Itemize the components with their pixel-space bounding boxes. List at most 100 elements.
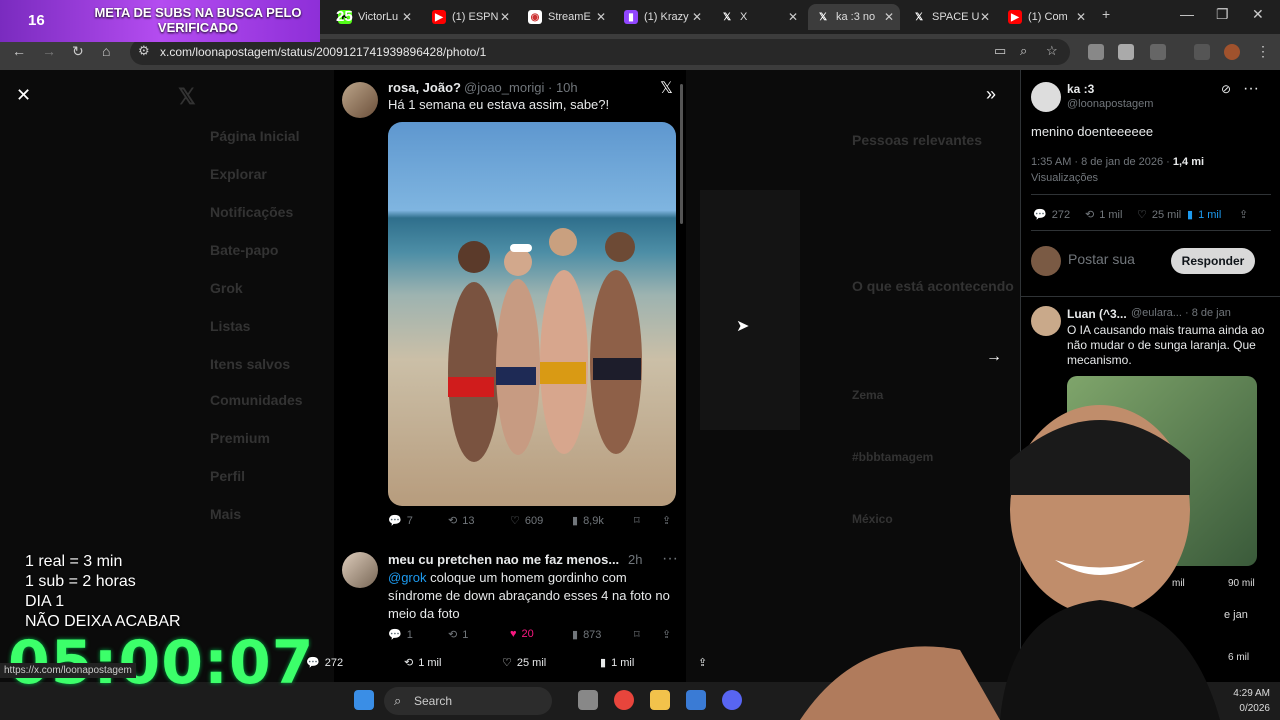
- author-name[interactable]: meu cu pretchen nao me faz menos...: [388, 552, 619, 567]
- side-comment3-stat: 6 mil: [1228, 652, 1249, 663]
- reload-icon[interactable]: ↻: [72, 43, 84, 60]
- profile-avatar[interactable]: [1224, 44, 1240, 60]
- link-status-url: https://x.com/loonapostagem: [0, 663, 136, 678]
- scrollbar[interactable]: [680, 84, 683, 224]
- file-explorer-icon[interactable]: [650, 690, 670, 710]
- cast-icon[interactable]: ▭: [994, 43, 1006, 59]
- repost-action[interactable]: ⟲ 1: [448, 628, 468, 642]
- views-action[interactable]: ▮ 8,9k: [572, 514, 604, 528]
- close-icon[interactable]: ✕: [16, 85, 31, 106]
- author-handle[interactable]: @eulara... · 8 de jan: [1131, 307, 1231, 319]
- author-name[interactable]: Luan (^3...: [1067, 307, 1127, 321]
- more-icon[interactable]: ···: [662, 550, 678, 568]
- extension-icon[interactable]: [1118, 44, 1134, 60]
- site-info-icon[interactable]: ⚙: [138, 43, 150, 59]
- close-icon[interactable]: ✕: [788, 10, 798, 24]
- share-icon[interactable]: ⇪: [1239, 208, 1248, 221]
- forward-icon[interactable]: →: [42, 43, 56, 59]
- maximize-icon[interactable]: ❐: [1216, 6, 1229, 23]
- browser-tab[interactable]: ▶ (1) Com ✕: [1000, 4, 1092, 30]
- post-photo[interactable]: [388, 122, 676, 506]
- more-icon[interactable]: ···: [1243, 80, 1259, 98]
- browser-tab[interactable]: 𝕏 X ✕: [712, 4, 804, 30]
- windows-start-icon[interactable]: [354, 690, 374, 710]
- reply-action[interactable]: 💬 7: [388, 514, 413, 528]
- bookmark-action[interactable]: ▮ 1 mil: [1187, 208, 1221, 222]
- store-icon[interactable]: [686, 690, 706, 710]
- share-icon[interactable]: ⇪: [662, 628, 671, 641]
- divider: [1021, 296, 1280, 297]
- reply-action[interactable]: 💬 272: [1033, 208, 1070, 222]
- bookmark-star-icon[interactable]: ☆: [1046, 43, 1058, 59]
- extensions-puzzle-icon[interactable]: [1150, 44, 1166, 60]
- task-view-icon[interactable]: [578, 690, 598, 710]
- close-icon[interactable]: ✕: [884, 10, 894, 24]
- reply-compose-input[interactable]: Postar sua: [1068, 252, 1135, 267]
- home-icon[interactable]: ⌂: [102, 43, 110, 59]
- x-icon: 𝕏: [818, 11, 828, 23]
- browser-tab[interactable]: 𝕏 SPACE U ✕: [904, 4, 996, 30]
- nav-item-home: Página Inicial: [210, 128, 300, 144]
- close-icon[interactable]: ✕: [980, 10, 990, 24]
- author-name[interactable]: rosa, João?: [388, 80, 461, 95]
- like-action[interactable]: ♡ 25 mil: [1137, 208, 1181, 222]
- bookmark-filled-icon: ▮: [1187, 209, 1194, 221]
- close-icon[interactable]: ✕: [692, 10, 702, 24]
- mention-link[interactable]: @grok: [388, 570, 427, 585]
- like-action[interactable]: ♡ 609: [510, 514, 543, 528]
- post-text: menino doenteeeeee: [1031, 124, 1154, 139]
- viewer-repost-action[interactable]: ⟲ 1 mil: [404, 656, 442, 670]
- repost-action[interactable]: ⟲ 1 mil: [1085, 208, 1122, 222]
- repost-count: 1 mil: [418, 656, 442, 669]
- close-icon[interactable]: ✕: [500, 10, 510, 24]
- youtube-icon: ▶: [432, 10, 446, 24]
- browser-tab[interactable]: ▶ (1) ESPN ✕: [424, 4, 516, 30]
- views-icon: ▮: [572, 629, 579, 641]
- close-icon[interactable]: ✕: [1076, 10, 1086, 24]
- author-handle[interactable]: @loonapostagem: [1067, 98, 1153, 110]
- reply-count: 272: [324, 656, 344, 669]
- subs-goal-banner: 16 META DE SUBS NA BUSCA PELO VERIFICADO: [0, 0, 320, 42]
- close-window-icon[interactable]: ✕: [1252, 6, 1264, 23]
- avatar[interactable]: [1031, 82, 1061, 112]
- avatar[interactable]: [1031, 306, 1061, 336]
- reading-list-icon[interactable]: [1194, 44, 1210, 60]
- menu-kebab-icon[interactable]: ⋮: [1256, 43, 1270, 60]
- close-icon[interactable]: ✕: [402, 10, 412, 24]
- x-icon: 𝕏: [914, 11, 924, 23]
- address-bar[interactable]: ⚙ x.com/loonapostagem/status/20091217419…: [130, 39, 1070, 65]
- reply-button[interactable]: Responder: [1171, 248, 1255, 274]
- views-count: 8,9k: [583, 514, 604, 527]
- avatar[interactable]: [342, 82, 378, 118]
- viewer-like-action[interactable]: ♡ 25 mil: [502, 656, 546, 670]
- back-icon[interactable]: ←: [12, 43, 26, 59]
- taskbar-search[interactable]: ⌕ Search: [384, 687, 552, 715]
- chrome-icon[interactable]: [614, 690, 634, 710]
- new-tab-icon[interactable]: +: [1102, 6, 1110, 22]
- grok-icon[interactable]: ⊘: [1221, 82, 1231, 96]
- reply-action[interactable]: 💬 1: [388, 628, 413, 642]
- browser-tab[interactable]: ◉ StreamE ✕: [520, 4, 612, 30]
- side-comment3-time: e jan: [1224, 609, 1248, 621]
- like-action[interactable]: ♥ 20: [510, 628, 534, 640]
- browser-tab[interactable]: ▮ (1) Krazy ✕: [616, 4, 708, 30]
- views-action[interactable]: ▮ 873: [572, 628, 601, 642]
- discord-icon[interactable]: [722, 690, 742, 710]
- zoom-icon[interactable]: ⌕: [1020, 43, 1027, 59]
- browser-tab-active[interactable]: 𝕏 ka :3 no ✕: [808, 4, 900, 30]
- collapse-panel-icon[interactable]: »: [986, 84, 996, 105]
- close-icon[interactable]: ✕: [596, 10, 606, 24]
- avatar[interactable]: [342, 552, 378, 588]
- extension-icon[interactable]: [1088, 44, 1104, 60]
- bookmark-icon[interactable]: ⌑: [634, 628, 640, 641]
- youtube-icon: ▶: [1008, 10, 1022, 24]
- minimize-icon[interactable]: —: [1180, 6, 1194, 22]
- share-icon[interactable]: ⇪: [662, 514, 671, 527]
- repost-action[interactable]: ⟲ 13: [448, 514, 474, 528]
- viewer-views-action[interactable]: ▮ 1 mil: [600, 656, 634, 670]
- share-icon[interactable]: ⇪: [698, 656, 707, 669]
- bookmark-icon[interactable]: ⌑: [634, 514, 640, 527]
- author-name[interactable]: ka :3: [1067, 82, 1094, 96]
- author-handle[interactable]: @joao_morigi · 10h: [464, 80, 578, 95]
- next-arrow-icon[interactable]: →: [986, 348, 1002, 366]
